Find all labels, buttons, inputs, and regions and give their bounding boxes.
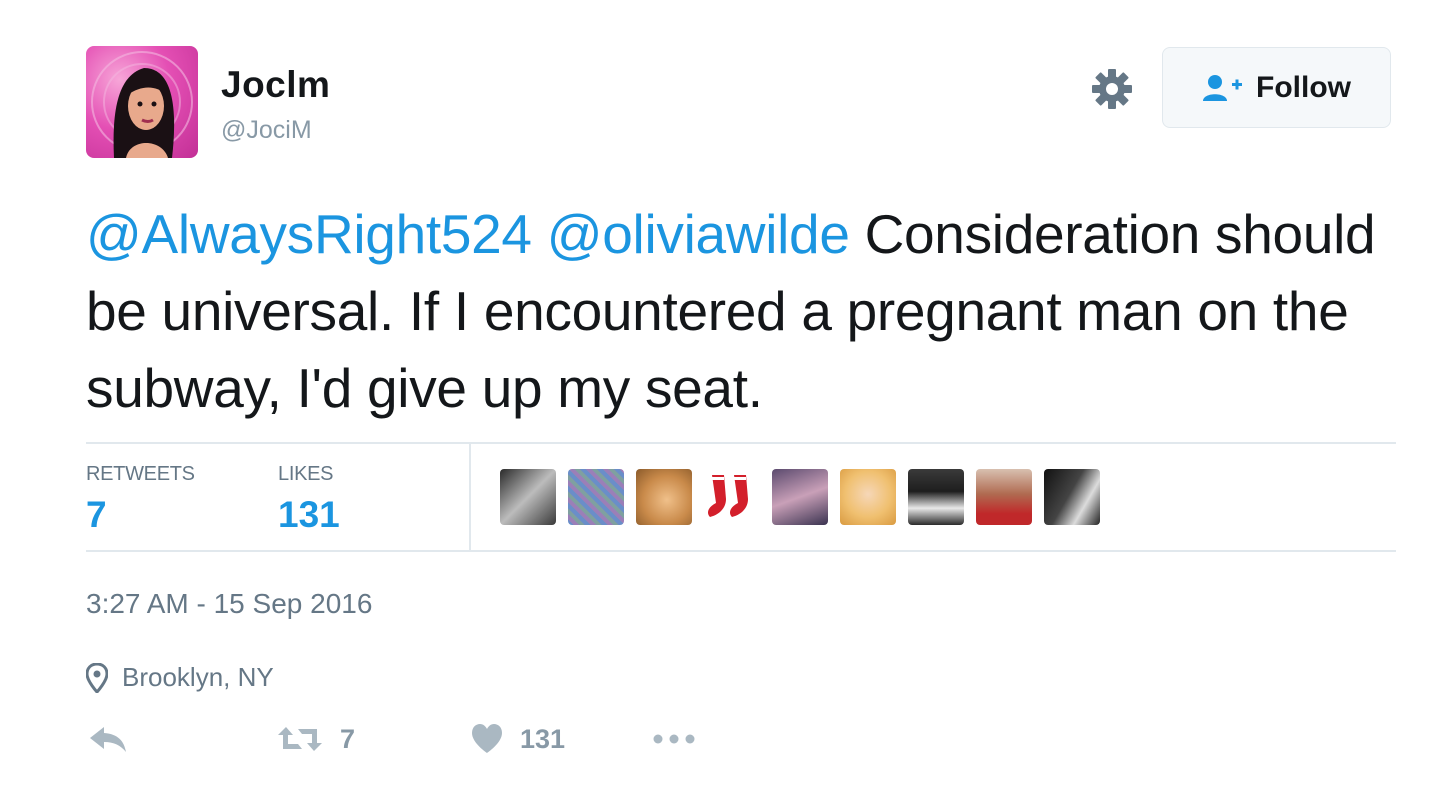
stats-top-divider: [86, 442, 1396, 444]
user-avatar[interactable]: [86, 46, 198, 158]
liker-avatar[interactable]: [908, 469, 964, 525]
tweet-location[interactable]: Brooklyn, NY: [86, 662, 274, 693]
display-name[interactable]: Joclm: [221, 64, 330, 106]
stats-bottom-divider: [86, 550, 1396, 552]
liker-avatar[interactable]: [636, 469, 692, 525]
retweet-count: 7: [340, 723, 356, 754]
liker-avatar[interactable]: [1044, 469, 1100, 525]
tweet-timestamp[interactable]: 3:27 AM - 15 Sep 2016: [86, 588, 372, 620]
gear-icon[interactable]: [1090, 67, 1134, 111]
tweet-text: @AlwaysRight524 @oliviawilde Considerati…: [86, 196, 1386, 427]
red-socks-logo-icon: [708, 475, 748, 517]
liker-avatars: [500, 469, 1100, 525]
avatar-portrait-icon: [91, 51, 193, 158]
liker-avatar[interactable]: [500, 469, 556, 525]
more-icon: [653, 734, 695, 744]
mention-link[interactable]: @oliviawilde: [547, 203, 850, 265]
stats-vertical-divider: [469, 444, 471, 551]
like-count: 131: [520, 723, 566, 754]
more-button[interactable]: [652, 723, 696, 755]
liker-avatar[interactable]: [704, 469, 760, 525]
follow-button[interactable]: Follow: [1162, 47, 1391, 128]
like-button[interactable]: 131: [470, 723, 565, 755]
likes-count[interactable]: 131: [278, 494, 340, 536]
likes-label: LIKES: [278, 463, 334, 485]
liker-avatar[interactable]: [840, 469, 896, 525]
location-text: Brooklyn, NY: [122, 662, 274, 692]
liker-avatar[interactable]: [772, 469, 828, 525]
map-pin-icon: [86, 662, 108, 693]
add-user-icon: [1203, 74, 1242, 101]
retweets-count[interactable]: 7: [86, 494, 107, 536]
liker-avatar[interactable]: [568, 469, 624, 525]
heart-icon: [472, 724, 502, 753]
follow-button-label: Follow: [1256, 70, 1351, 104]
liker-avatar[interactable]: [976, 469, 1032, 525]
retweet-button[interactable]: 7: [276, 723, 355, 755]
retweet-icon: [278, 727, 322, 751]
retweets-label: RETWEETS: [86, 463, 195, 485]
reply-button[interactable]: [88, 723, 128, 755]
screen-name[interactable]: @JociM: [221, 116, 312, 145]
mention-link[interactable]: @AlwaysRight524: [86, 203, 532, 265]
reply-icon: [90, 727, 126, 752]
